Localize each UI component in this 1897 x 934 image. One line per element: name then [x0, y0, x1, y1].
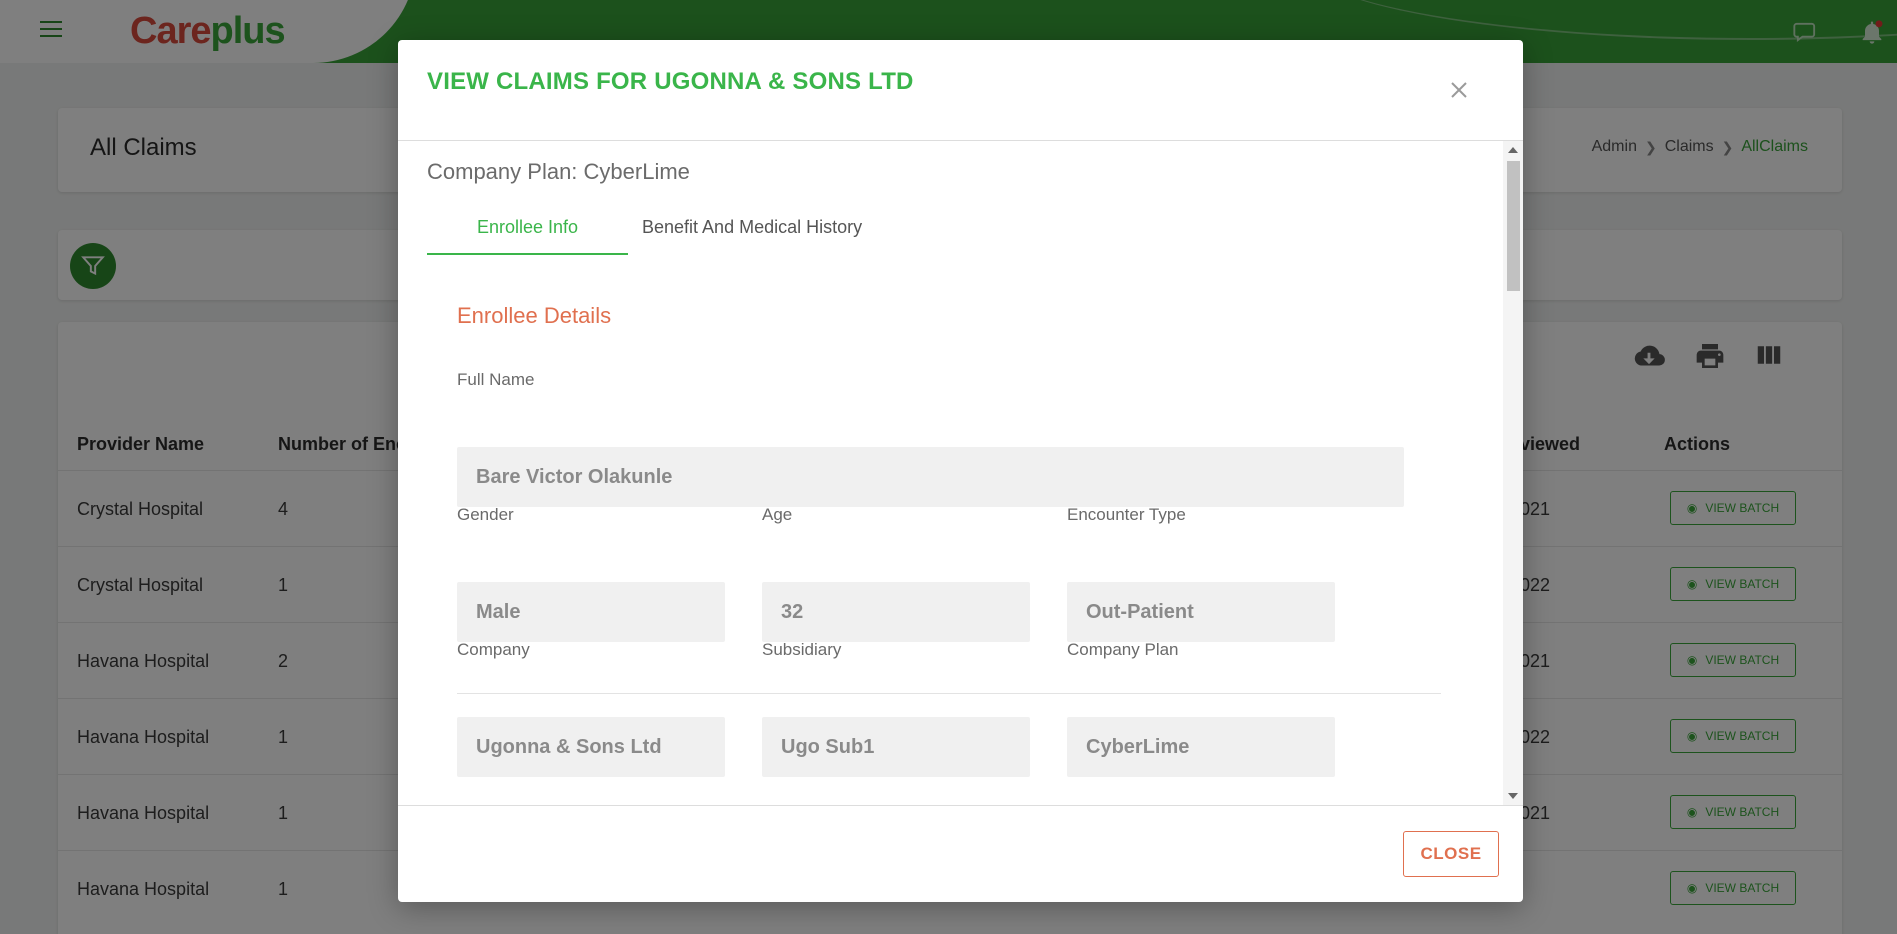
tab-enrollee-info[interactable]: Enrollee Info [427, 203, 628, 255]
full-name-field[interactable] [457, 447, 1404, 507]
scrollbar-thumb[interactable] [1507, 161, 1520, 291]
company-label: Company [457, 640, 530, 659]
scroll-down-icon[interactable] [1508, 793, 1518, 799]
view-claims-modal: VIEW CLAIMS FOR UGONNA & SONS LTD Compan… [398, 40, 1523, 902]
subsidiary-field[interactable] [762, 717, 1030, 777]
section-divider [457, 693, 1441, 694]
encounter-type-label: Encounter Type [1067, 505, 1186, 524]
gender-field[interactable] [457, 582, 725, 642]
section-title: Enrollee Details [457, 303, 612, 328]
full-name-label: Full Name [457, 370, 535, 389]
company-plan-label: Company Plan [1067, 640, 1179, 659]
modal-scrollbar[interactable] [1503, 141, 1523, 805]
scroll-up-icon[interactable] [1508, 147, 1518, 153]
company-plan-field[interactable] [1067, 717, 1335, 777]
close-icon[interactable] [1447, 78, 1471, 102]
modal-body: Company Plan: CyberLime Enrollee Info Be… [398, 141, 1503, 805]
encounter-type-field[interactable] [1067, 582, 1335, 642]
modal-footer-divider [398, 805, 1523, 806]
tab-benefit-medical-history[interactable]: Benefit And Medical History [628, 203, 876, 255]
close-button[interactable]: CLOSE [1403, 831, 1499, 877]
age-label: Age [762, 505, 793, 524]
company-plan-heading: Company Plan: CyberLime [427, 159, 690, 184]
subsidiary-label: Subsidiary [762, 640, 842, 659]
gender-label: Gender [457, 505, 514, 524]
modal-title: VIEW CLAIMS FOR UGONNA & SONS LTD [427, 68, 914, 95]
company-field[interactable] [457, 717, 725, 777]
modal-tabs: Enrollee Info Benefit And Medical Histor… [427, 203, 876, 255]
age-field[interactable] [762, 582, 1030, 642]
